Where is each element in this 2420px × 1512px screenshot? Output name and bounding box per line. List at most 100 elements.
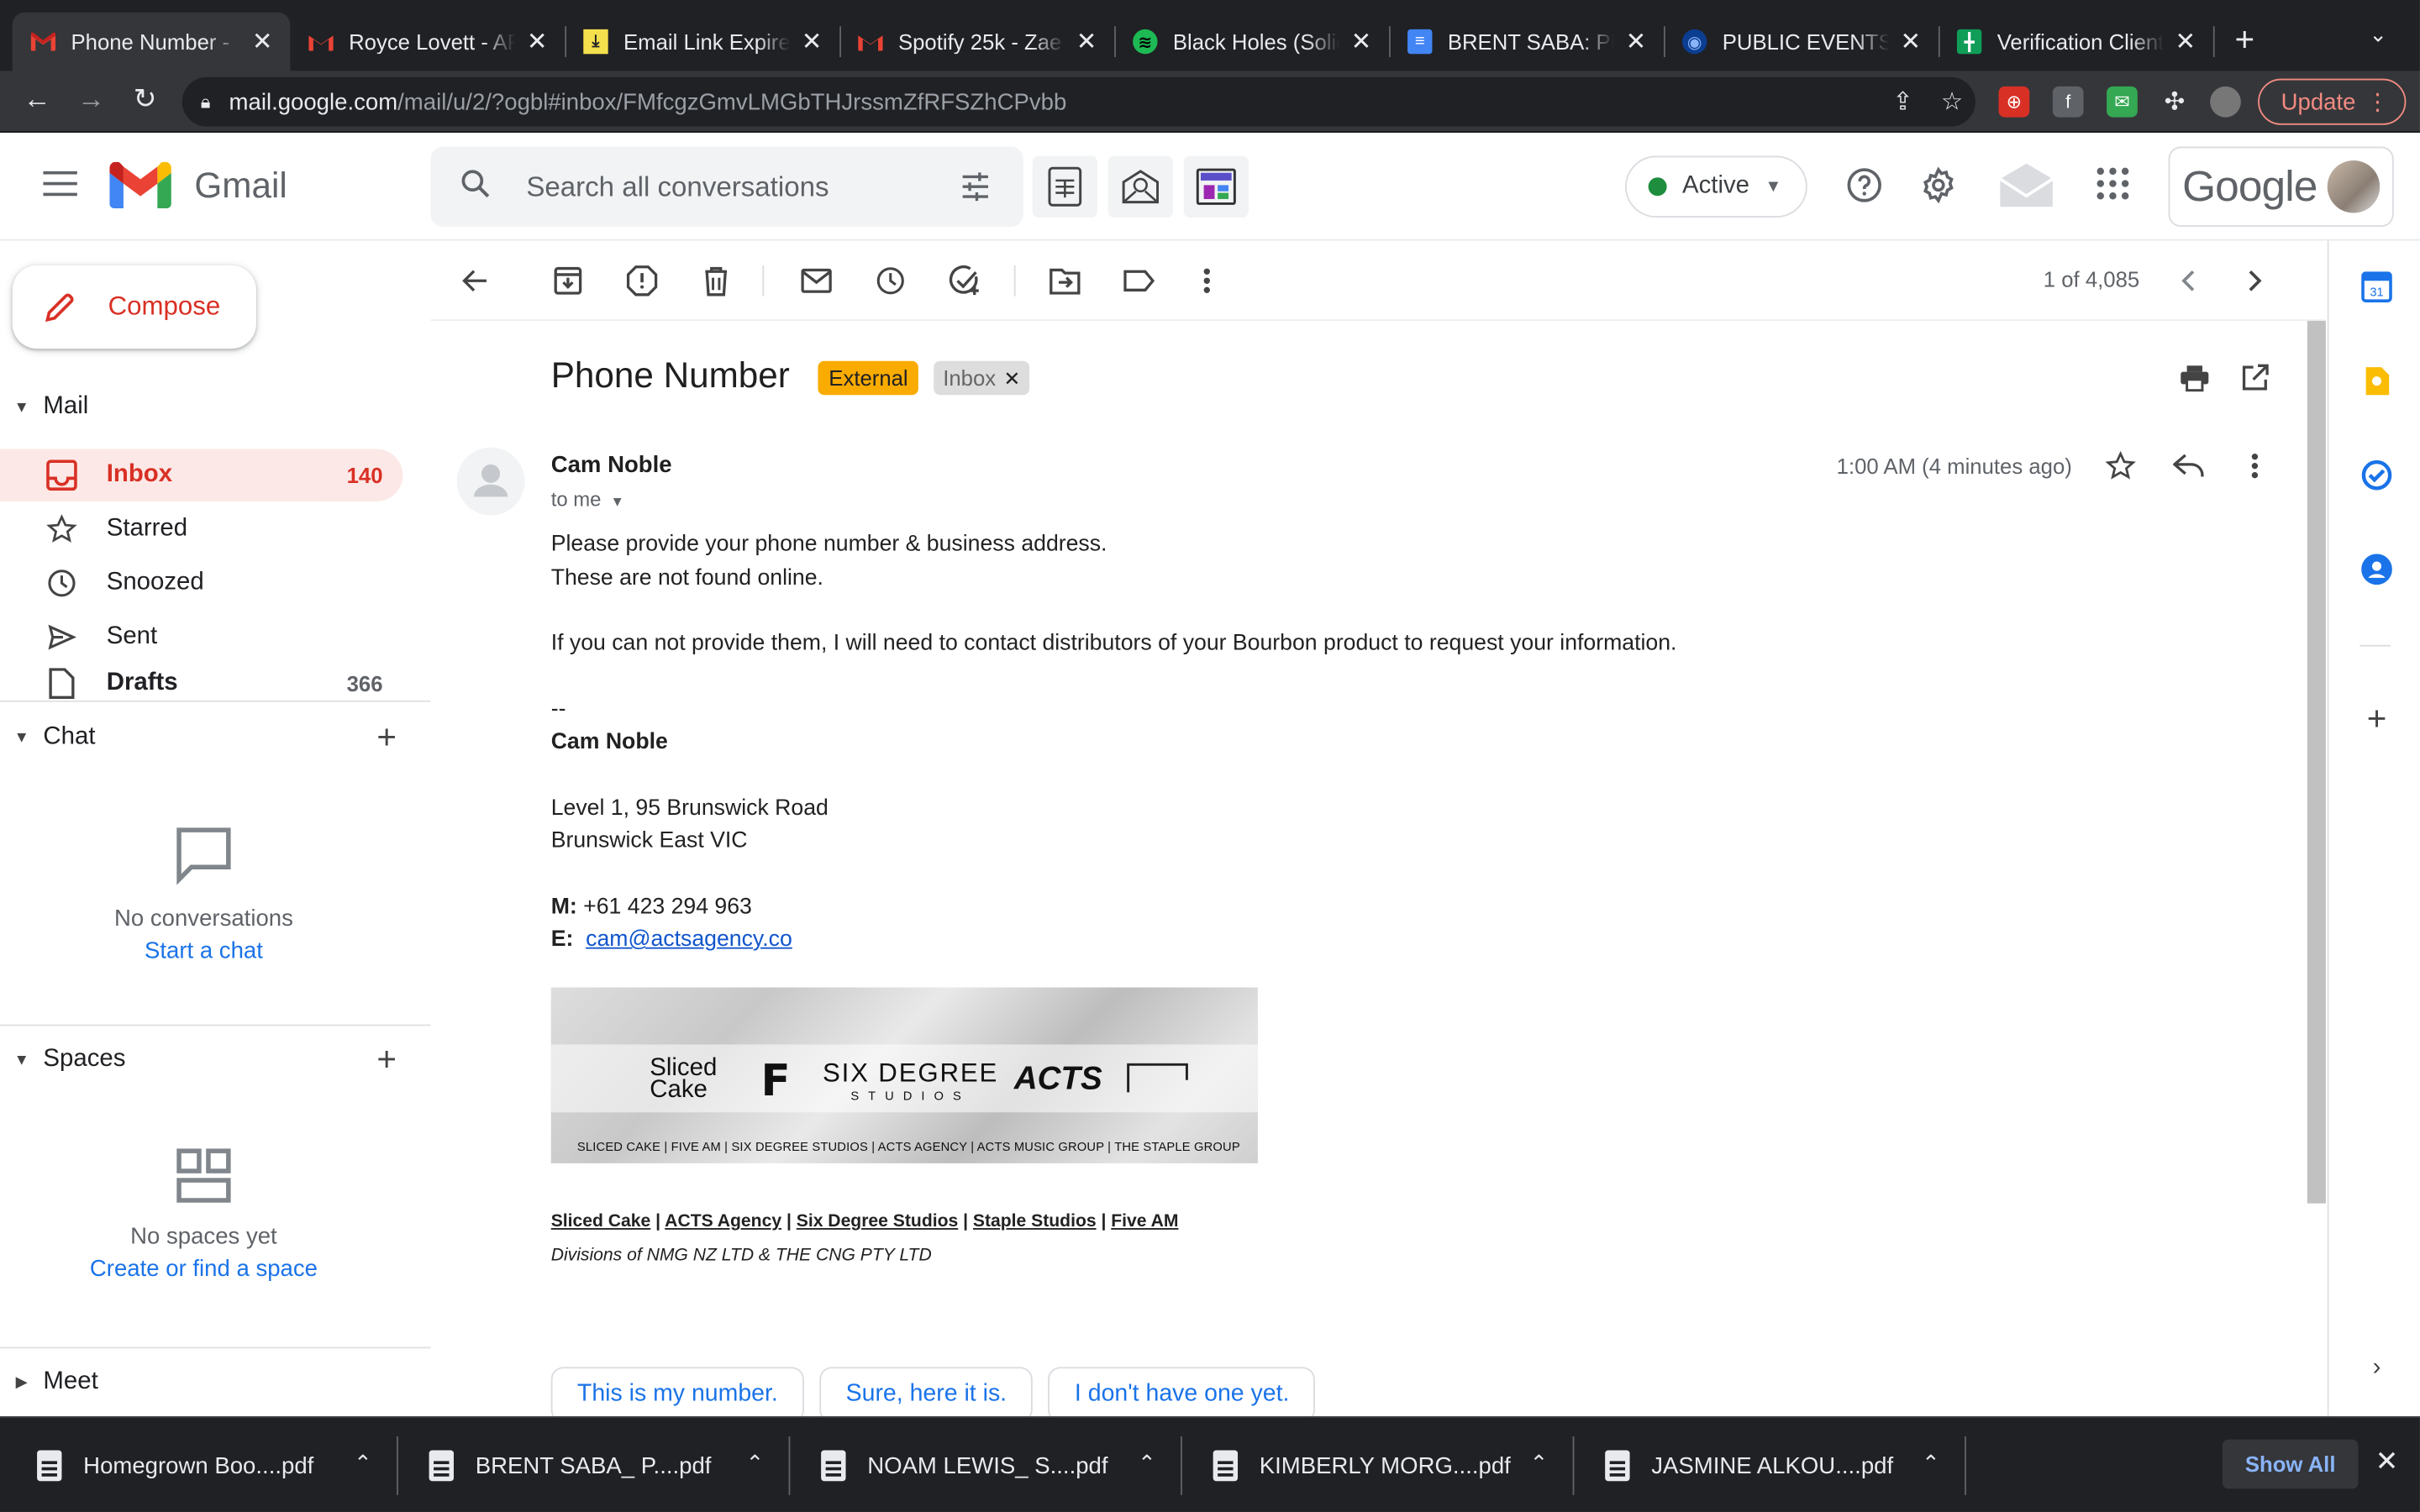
smart-reply-button[interactable]: Sure, here it is. <box>819 1367 1034 1423</box>
report-spam-icon[interactable] <box>623 262 660 299</box>
open-in-new-window-icon[interactable] <box>2236 360 2273 396</box>
email-link[interactable]: cam@actsagency.co <box>586 927 792 952</box>
star-icon[interactable] <box>2102 448 2139 485</box>
nav-item-drafts[interactable]: Drafts 366 <box>0 664 402 704</box>
sender-avatar[interactable] <box>456 447 525 516</box>
profile-avatar[interactable] <box>2210 86 2241 118</box>
tab-public-events[interactable]: ◉ PUBLIC EVENTS - ✕ <box>1664 13 1939 71</box>
new-tab-button[interactable]: + <box>2235 20 2255 60</box>
contacts-icon[interactable] <box>2360 553 2393 586</box>
compose-button[interactable]: Compose <box>12 265 256 349</box>
back-arrow-icon[interactable]: ← <box>18 83 55 116</box>
search-icon[interactable] <box>458 165 495 207</box>
calendar-icon[interactable]: 31 <box>2360 270 2393 303</box>
more-options-icon[interactable] <box>2236 448 2273 485</box>
company-link[interactable]: Sliced Cake <box>551 1213 651 1231</box>
settings-gear-icon[interactable] <box>1920 166 1957 211</box>
newer-chevron-left-icon[interactable] <box>2170 262 2207 299</box>
company-link[interactable]: Five AM <box>1111 1213 1178 1231</box>
help-icon[interactable] <box>1846 166 1883 211</box>
mail-merge-addon-icon[interactable] <box>1107 155 1173 218</box>
search-options-icon[interactable] <box>959 170 992 212</box>
message-scrollbar[interactable] <box>2307 321 2326 1204</box>
nav-item-sent[interactable]: Sent <box>0 611 402 663</box>
smart-reply-button[interactable]: I don't have one yet. <box>1048 1367 1316 1423</box>
expand-panel-chevron-icon[interactable]: › <box>2360 1352 2393 1385</box>
remove-label-close-icon[interactable]: ✕ <box>1003 367 1020 391</box>
close-icon[interactable]: ✕ <box>1074 26 1098 57</box>
company-link[interactable]: ACTS Agency <box>665 1213 781 1231</box>
download-item[interactable]: JASMINE ALKOU....pdf ⌃ <box>1568 1418 1965 1512</box>
mail-section-header[interactable]: ▼ Mail <box>0 384 430 430</box>
nav-item-starred[interactable]: Starred <box>0 503 402 555</box>
update-button[interactable]: Update ⋮ <box>2258 78 2407 125</box>
archive-icon[interactable] <box>550 262 587 299</box>
create-space-link[interactable]: Create or find a space <box>0 1256 408 1282</box>
search-bar[interactable]: Search all conversations <box>430 146 1023 227</box>
reply-arrow-icon[interactable] <box>2170 448 2207 485</box>
forward-arrow-icon[interactable]: → <box>72 83 109 116</box>
tab-phone-number[interactable]: Phone Number - ✕ <box>12 12 291 71</box>
chevron-up-icon[interactable]: ⌃ <box>1530 1450 1549 1476</box>
meet-section-header[interactable]: ▶ Meet <box>0 1359 430 1405</box>
add-to-tasks-icon[interactable] <box>946 262 983 299</box>
download-item[interactable]: Homegrown Boo....pdf ⌃ <box>0 1418 397 1512</box>
label-tag-icon[interactable] <box>1120 262 1157 299</box>
close-icon[interactable]: ✕ <box>1898 26 1923 57</box>
download-item[interactable]: KIMBERLY MORG....pdf ⌃ <box>1176 1418 1573 1512</box>
nav-item-inbox[interactable]: Inbox 140 <box>0 449 403 501</box>
nav-item-snoozed[interactable]: Snoozed <box>0 557 402 609</box>
apps-grid-icon[interactable] <box>2096 166 2129 208</box>
delete-trash-icon[interactable] <box>697 262 734 299</box>
chevron-up-icon[interactable]: ⌃ <box>354 1450 372 1476</box>
download-item[interactable]: NOAM LEWIS_ S....pdf ⌃ <box>784 1418 1181 1512</box>
close-icon[interactable]: ✕ <box>1623 26 1648 57</box>
move-to-icon[interactable] <box>1046 262 1083 299</box>
keep-notes-icon[interactable] <box>2360 364 2393 397</box>
older-chevron-right-icon[interactable] <box>2236 262 2273 299</box>
close-icon[interactable]: ✕ <box>2173 26 2197 57</box>
tab-search-chevron-icon[interactable]: ⌄ <box>2369 22 2387 48</box>
smart-reply-button[interactable]: This is my number. <box>550 1367 805 1423</box>
start-chat-link[interactable]: Start a chat <box>0 938 408 964</box>
address-bar[interactable]: 🔒︎ mail.google.com/mail/u/2/?ogbl#inbox/… <box>182 76 1975 127</box>
spaces-section-header[interactable]: ▼ Spaces + <box>0 1037 430 1083</box>
layout-addon-icon[interactable] <box>1183 155 1249 218</box>
tab-verification-client[interactable]: ╋ Verification Client ✕ <box>1939 13 2213 71</box>
sheets-addon-icon[interactable] <box>1032 155 1097 218</box>
tab-royce-lovett[interactable]: Royce Lovett - AR ✕ <box>290 13 565 71</box>
extension-facebook-icon[interactable]: f <box>2052 86 2084 118</box>
chevron-up-icon[interactable]: ⌃ <box>1138 1450 1156 1476</box>
extensions-puzzle-icon[interactable]: ✣ <box>2160 87 2191 118</box>
google-account-button[interactable]: Google <box>2168 146 2394 227</box>
download-item[interactable]: BRENT SABA_ P....pdf ⌃ <box>392 1418 789 1512</box>
bookmark-star-icon[interactable]: ☆ <box>1941 87 1963 118</box>
extension-mail-icon[interactable]: ✉ <box>2107 86 2138 118</box>
more-options-icon[interactable] <box>1188 262 1225 299</box>
close-icon[interactable]: ✕ <box>250 26 275 57</box>
company-link[interactable]: Staple Studios <box>973 1213 1097 1231</box>
mail-envelope-icon[interactable] <box>1997 160 2056 218</box>
show-all-downloads-button[interactable]: Show All <box>2222 1439 2359 1489</box>
share-icon[interactable]: ⇪ <box>1892 87 1913 118</box>
gmail-logo-icon[interactable] <box>109 161 171 216</box>
chevron-up-icon[interactable]: ⌃ <box>1922 1450 1940 1476</box>
tab-spotify[interactable]: Spotify 25k - Zae ✕ <box>839 13 1114 71</box>
mark-unread-icon[interactable] <box>798 262 835 299</box>
tasks-icon[interactable] <box>2360 458 2393 491</box>
print-icon[interactable] <box>2176 360 2213 396</box>
sender-name[interactable]: Cam Noble <box>551 452 672 478</box>
inbox-label-chip[interactable]: Inbox ✕ <box>934 360 1030 396</box>
snooze-clock-icon[interactable] <box>872 262 909 299</box>
recipient-details[interactable]: to me ▼ <box>551 487 624 511</box>
close-icon[interactable]: ✕ <box>524 26 549 57</box>
tab-email-link-expired[interactable]: ⤓ Email Link Expired ✕ <box>565 13 839 71</box>
new-chat-plus-icon[interactable]: + <box>376 717 397 758</box>
new-space-plus-icon[interactable]: + <box>376 1040 397 1080</box>
company-link[interactable]: Six Degree Studios <box>797 1213 959 1231</box>
extension-shield-icon[interactable]: ⊕ <box>1998 86 2030 118</box>
main-menu-icon[interactable] <box>43 171 77 204</box>
chat-section-header[interactable]: ▼ Chat + <box>0 714 430 760</box>
get-addons-plus-icon[interactable]: + <box>2360 699 2393 738</box>
tab-black-holes[interactable]: ≋ Black Holes (Solid ✕ <box>1114 13 1389 71</box>
